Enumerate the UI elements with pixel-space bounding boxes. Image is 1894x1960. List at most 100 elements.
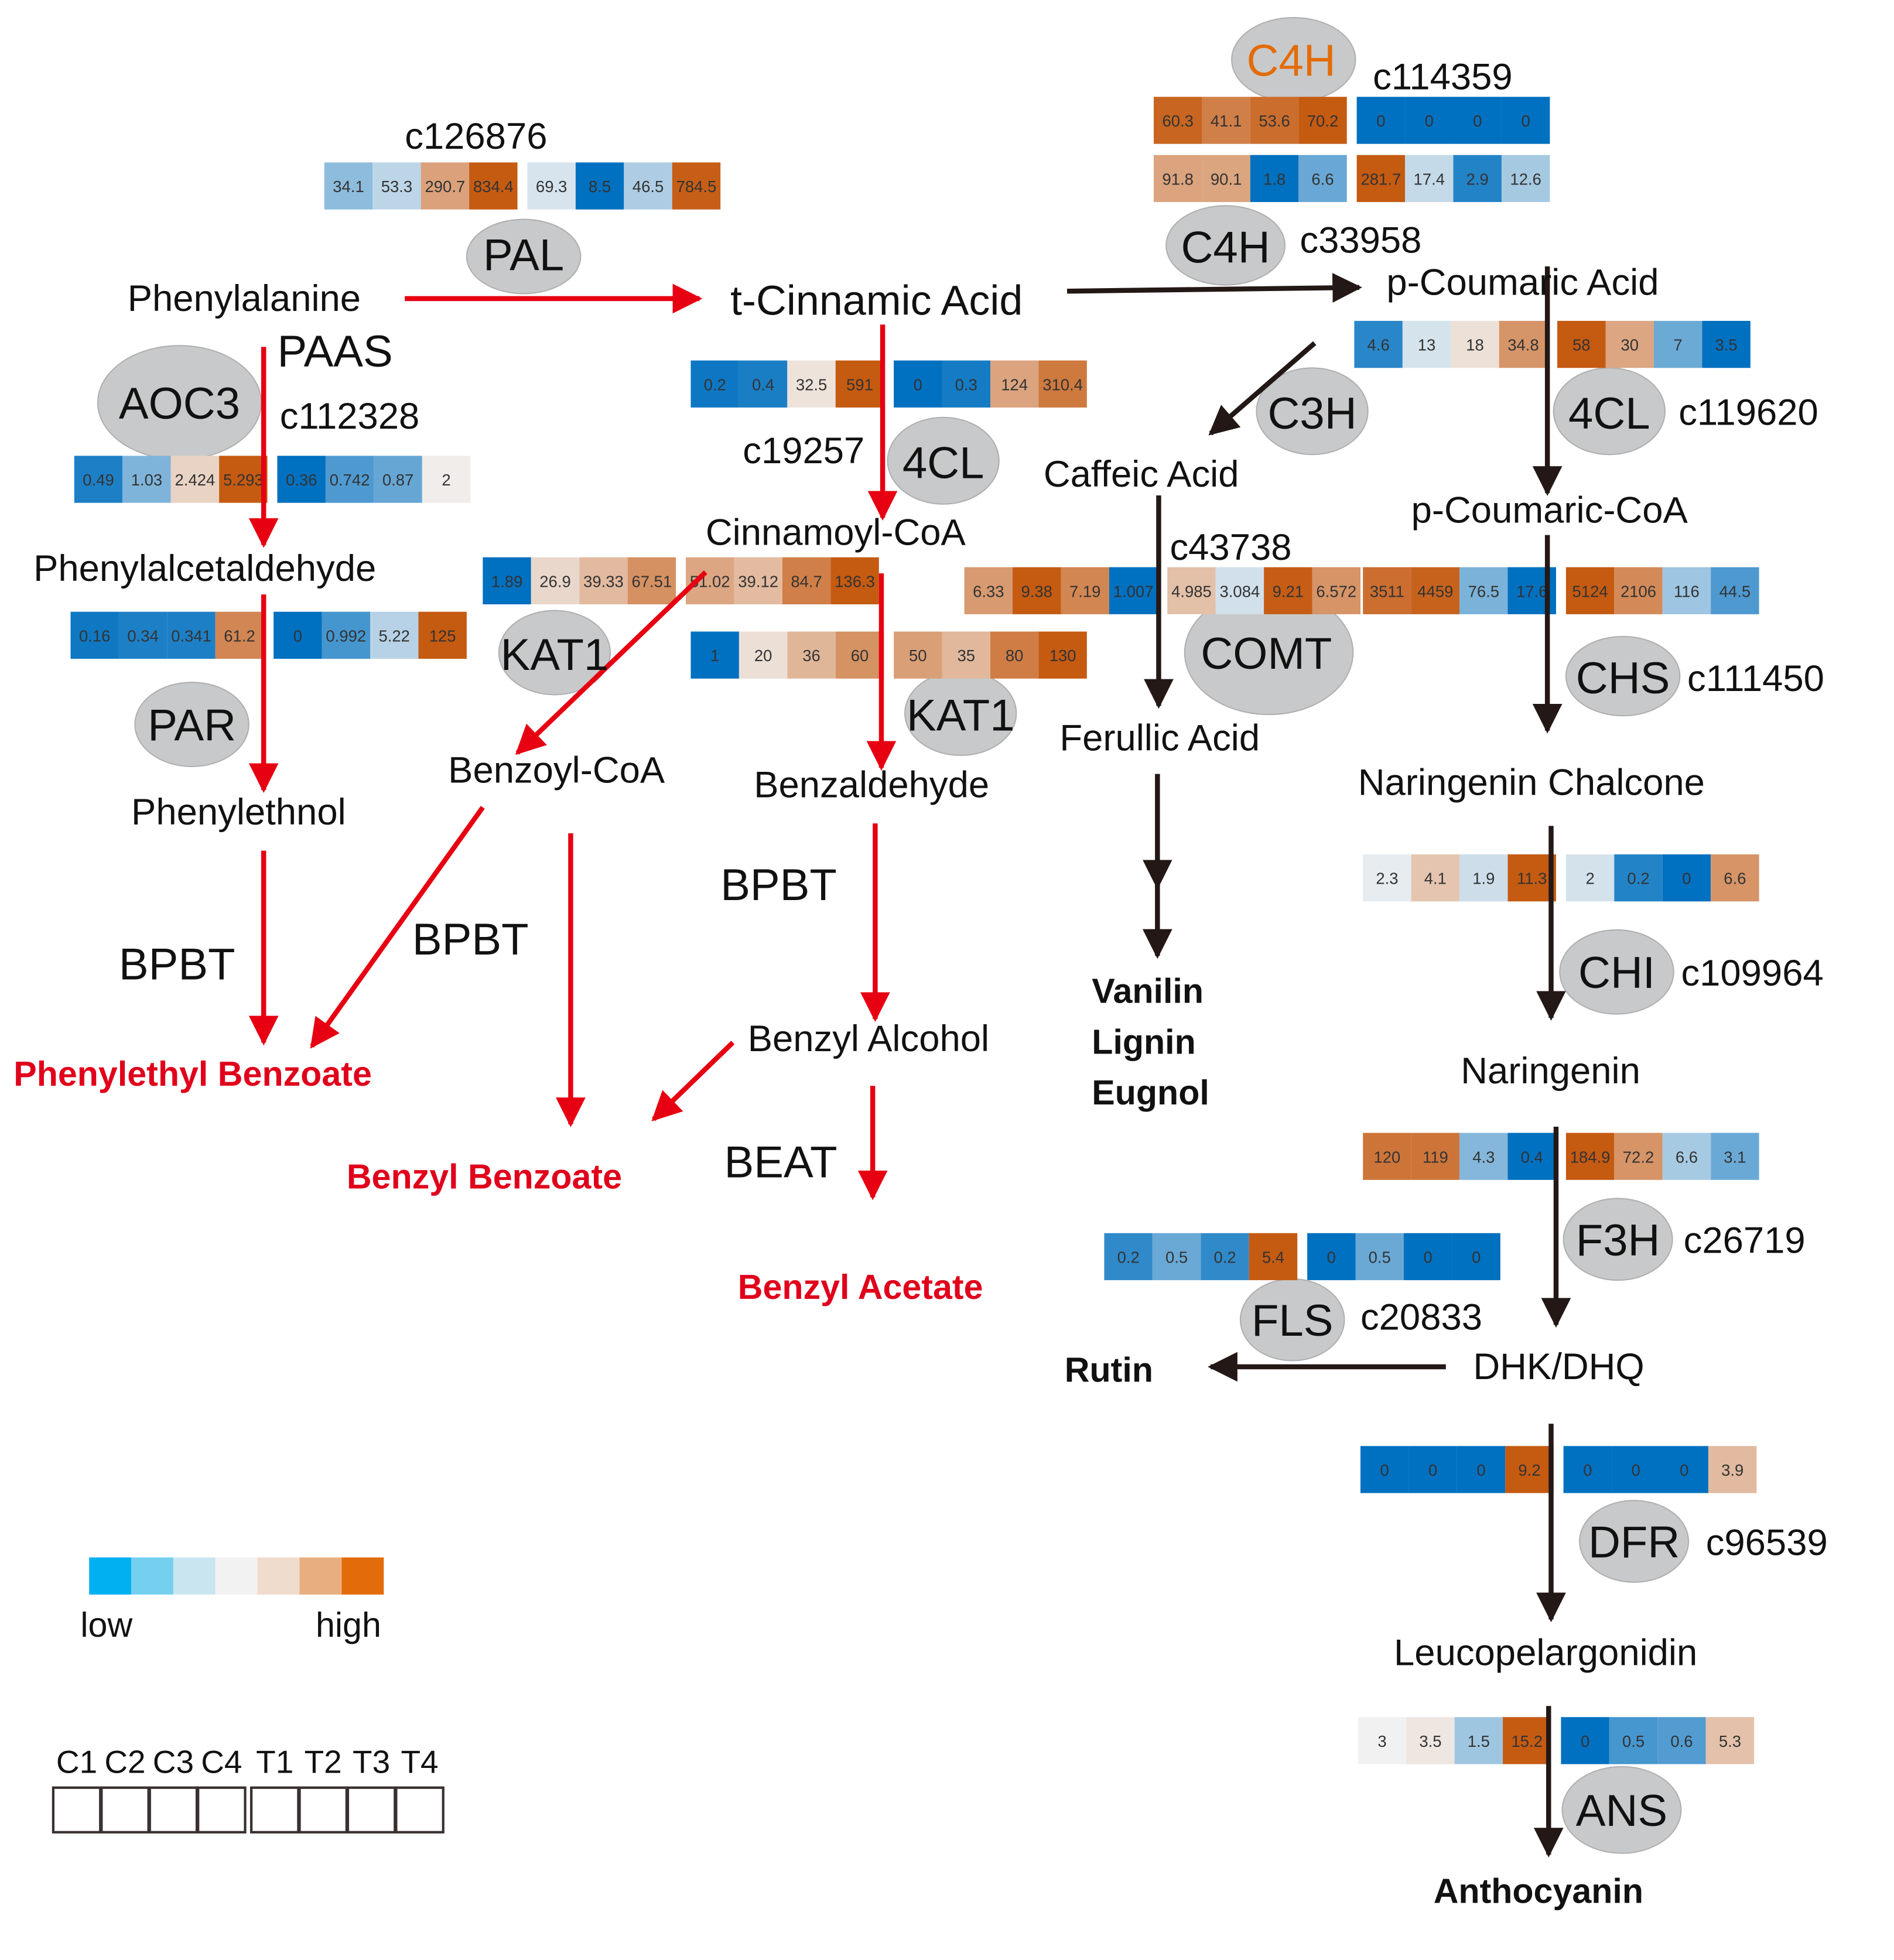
heatmap-cell-value: 125: [429, 627, 456, 645]
enzyme-bpbt-a: BPBT: [119, 939, 235, 989]
heatmap-row-kat1_b: 1 20 36 60 50 35 80 130: [690, 631, 1087, 679]
heatmap-row-c4h_top: 60.3 41.1 53.6 70.2 0 0 0 0: [1153, 97, 1550, 144]
heatmap-cell-value: 0.49: [83, 471, 114, 489]
metabolite-phenylalanine: Phenylalanine: [128, 278, 361, 319]
heatmap-cell-value: 4459: [1417, 582, 1453, 600]
legend-swatch: [341, 1557, 384, 1595]
heatmap-cell-value: 26.9: [539, 572, 570, 590]
heatmap-cell-value: 46.5: [633, 177, 664, 196]
heatmap-cell-value: 136.3: [835, 572, 875, 590]
metabolite-ferulic-acid: Ferullic Acid: [1059, 717, 1260, 758]
heatmap-cell-value: 310.4: [1042, 375, 1083, 394]
metabolite-phenylacetaldehyde: Phenylalcetaldehyde: [33, 548, 376, 589]
heatmap-cell-value: 3.084: [1220, 582, 1260, 600]
heatmap-row-ans: 3 3.5 1.5 15.2 0 0.5 0.6 5.3: [1358, 1717, 1755, 1764]
heatmap-cell-value: 67.51: [632, 572, 672, 590]
enzyme-bpbt-b: BPBT: [412, 915, 529, 964]
heatmap-cell-value: 0.3: [955, 375, 977, 394]
legend-high-label: high: [316, 1605, 381, 1644]
heatmap-cell-value: 61.2: [224, 627, 255, 645]
heatmap-cell-value: 3.5: [1715, 336, 1737, 354]
heatmap-cell-value: 6.33: [973, 582, 1004, 600]
heatmap-cell-value: 1.03: [131, 471, 162, 489]
heatmap-cell-value: 53.3: [381, 177, 412, 196]
heatmap-cell-value: 784.5: [676, 177, 717, 196]
heatmap-cell-value: 0.742: [330, 471, 370, 489]
heatmap-row-chs: 3511 4459 76.5 17.6 5124 2106 116 44.5: [1363, 567, 1759, 614]
heatmap-cell-value: 69.3: [536, 177, 567, 196]
heatmap-cell-value: 0.34: [127, 627, 158, 645]
heatmap-cell-value: 0: [1473, 112, 1482, 130]
product-lignin: Lignin: [1092, 1022, 1195, 1061]
heatmap-cell-value: 0: [1327, 1248, 1336, 1266]
heatmap-cell-value: 0: [1680, 1461, 1688, 1479]
sample-label: C2: [104, 1743, 145, 1780]
gene-id-c4h: c33958: [1300, 220, 1421, 261]
heatmap-cell-value: 3.9: [1721, 1461, 1743, 1479]
arrow-c4h: [1066, 273, 1362, 303]
heatmap-cell-value: 0: [293, 627, 302, 645]
heatmap-cell-value: 34.1: [333, 177, 364, 196]
legend-swatch: [131, 1557, 173, 1595]
legend-swatch: [89, 1557, 132, 1595]
legend-swatch: [173, 1557, 216, 1595]
metabolite-benzaldehyde: Benzaldehyde: [754, 765, 989, 806]
heatmap-cell-value: 0.4: [752, 375, 774, 394]
heatmap-cell-value: 1.5: [1468, 1732, 1490, 1750]
enzyme-bpbt-c: BPBT: [720, 860, 837, 910]
heatmap-cell-value: 2.9: [1466, 170, 1489, 188]
heatmap-cell-value: 281.7: [1360, 170, 1401, 188]
heatmap-cell-value: 72.2: [1623, 1148, 1654, 1166]
sample-key-cell: [100, 1786, 150, 1834]
heatmap-cell-value: 0: [1472, 1248, 1481, 1266]
sample-key-cell: [148, 1786, 199, 1834]
heatmap-cell-value: 1.8: [1263, 170, 1286, 188]
heatmap-cell-value: 0: [1581, 1732, 1589, 1750]
product-benzyl-benzoate: Benzyl Benzoate: [347, 1157, 622, 1196]
legend-low-label: low: [80, 1605, 132, 1644]
metabolite-leucopelargonidin: Leucopelargonidin: [1394, 1632, 1697, 1673]
heatmap-cell-value: 15.2: [1512, 1732, 1543, 1750]
heatmap-cell-value: 5.293: [223, 471, 264, 489]
heatmap-cell-value: 58: [1572, 336, 1591, 354]
heatmap-row-cl4_left: 0.2 0.4 32.5 591 0 0.3 124 310.4: [690, 360, 1087, 408]
heatmap-cell-value: 591: [846, 375, 873, 394]
heatmap-cell-value: 124: [1001, 375, 1028, 394]
heatmap-cell-value: 0.341: [171, 627, 211, 645]
color-scale-legend: [89, 1557, 384, 1595]
heatmap-cell-value: 0.16: [79, 627, 110, 645]
heatmap-cell-value: 5124: [1572, 582, 1608, 600]
heatmap-cell-value: 17.6: [1516, 582, 1547, 600]
product-benzyl-acetate: Benzyl Acetate: [738, 1267, 983, 1306]
heatmap-cell-value: 39.12: [738, 572, 778, 590]
enzyme-4cl-right: 4CL: [1568, 389, 1650, 439]
heatmap-cell-value: 2.424: [175, 471, 216, 489]
heatmap-cell-value: 0.2: [1117, 1248, 1140, 1266]
sample-label: C4: [201, 1743, 242, 1780]
heatmap-cell-value: 20: [754, 647, 772, 665]
heatmap-row-dfr: 0 0 0 9.2 0 0 0 3.9: [1360, 1446, 1757, 1493]
heatmap-cell-value: 0: [1424, 1248, 1433, 1266]
heatmap-cell-value: 3511: [1370, 582, 1404, 600]
heatmap-cell-value: 17.4: [1414, 170, 1445, 188]
heatmap-cell-value: 0.2: [1627, 870, 1649, 888]
gene-id-c4h-top: c114359: [1373, 57, 1513, 98]
heatmap-cell-value: 0.5: [1165, 1248, 1188, 1266]
heatmap-cell-value: 2: [442, 471, 450, 489]
heatmap-cell-value: 7.19: [1069, 582, 1100, 600]
heatmap-cell-value: 0: [1425, 112, 1434, 130]
heatmap-cell-value: 8.5: [589, 177, 611, 196]
gene-id-aoc3: c112328: [280, 396, 420, 437]
heatmap-cell-value: 35: [957, 647, 975, 665]
heatmap-cell-value: 0: [1380, 1461, 1389, 1479]
heatmap-cell-value: 834.4: [473, 177, 514, 196]
heatmap-cell-value: 12.6: [1510, 170, 1541, 188]
heatmap-cell-value: 290.7: [425, 177, 466, 196]
enzyme-chi: CHI: [1578, 948, 1655, 998]
heatmap-cell-value: 0.5: [1369, 1248, 1391, 1266]
legend-swatch: [299, 1557, 342, 1595]
gene-id-fls: c20833: [1360, 1297, 1482, 1338]
heatmap-cell-value: 0: [1522, 112, 1530, 130]
enzyme-c4h: C4H: [1181, 223, 1270, 273]
heatmap-cell-value: 0.36: [286, 471, 317, 489]
